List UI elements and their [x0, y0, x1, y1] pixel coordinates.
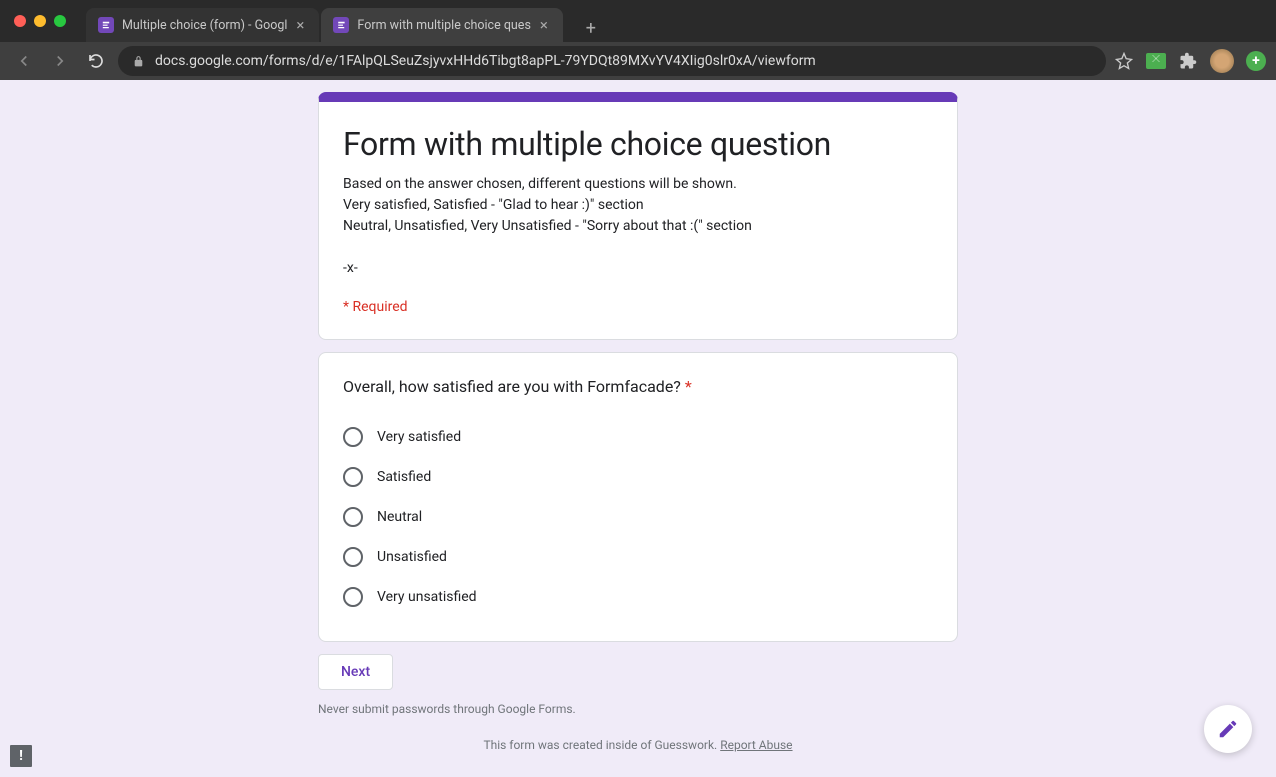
radio-icon — [343, 427, 363, 447]
close-tab-1-icon[interactable]: × — [537, 18, 551, 32]
arrow-left-icon — [15, 52, 33, 70]
radio-option-satisfied[interactable]: Satisfied — [343, 457, 933, 497]
browser-tab-1[interactable]: Form with multiple choice ques × — [321, 8, 562, 42]
radio-icon — [343, 507, 363, 527]
forms-favicon-icon — [98, 17, 114, 33]
form-title: Form with multiple choice question — [343, 124, 933, 164]
puzzle-icon — [1179, 52, 1197, 70]
tab-title-1: Form with multiple choice ques — [357, 18, 530, 33]
forward-button[interactable] — [46, 47, 74, 75]
close-tab-0-icon[interactable]: × — [293, 18, 307, 32]
radio-icon — [343, 547, 363, 567]
radio-option-very-unsatisfied[interactable]: Very unsatisfied — [343, 577, 933, 617]
exclamation-icon: ! — [19, 748, 23, 764]
browser-tab-0[interactable]: Multiple choice (form) - Googl × — [86, 8, 319, 42]
question-card: Overall, how satisfied are you with Form… — [318, 352, 958, 642]
footer-owner-text: This form was created inside of Guesswor… — [483, 738, 720, 752]
address-bar[interactable]: docs.google.com/forms/d/e/1FAlpQLSeuZsjy… — [118, 46, 1106, 76]
close-window-button[interactable] — [14, 15, 26, 27]
required-indicator: * — [685, 377, 692, 396]
feedback-button[interactable]: ! — [10, 745, 32, 767]
back-button[interactable] — [10, 47, 38, 75]
forms-favicon-icon — [333, 17, 349, 33]
star-icon — [1115, 52, 1133, 70]
reload-icon — [87, 52, 105, 70]
maximize-window-button[interactable] — [54, 15, 66, 27]
radio-icon — [343, 467, 363, 487]
next-button[interactable]: Next — [318, 654, 393, 690]
reload-button[interactable] — [82, 47, 110, 75]
browser-toolbar: docs.google.com/forms/d/e/1FAlpQLSeuZsjy… — [0, 42, 1276, 80]
radio-option-neutral[interactable]: Neutral — [343, 497, 933, 537]
extensions-button[interactable] — [1178, 51, 1198, 71]
arrow-right-icon — [51, 52, 69, 70]
toolbar-actions: + — [1114, 49, 1266, 73]
radio-label: Neutral — [377, 509, 422, 525]
extension-mail-button[interactable] — [1146, 51, 1166, 71]
add-profile-button[interactable]: + — [1246, 51, 1266, 71]
radio-label: Unsatisfied — [377, 549, 447, 565]
password-warning: Never submit passwords through Google Fo… — [318, 702, 958, 716]
form-footer: This form was created inside of Guesswor… — [318, 738, 958, 752]
new-tab-button[interactable]: + — [577, 14, 605, 42]
browser-tab-strip: Multiple choice (form) - Googl × Form wi… — [0, 0, 1276, 42]
radio-option-unsatisfied[interactable]: Unsatisfied — [343, 537, 933, 577]
minimize-window-button[interactable] — [34, 15, 46, 27]
form-container: Form with multiple choice question Based… — [318, 92, 958, 777]
radio-option-very-satisfied[interactable]: Very satisfied — [343, 417, 933, 457]
radio-group: Very satisfied Satisfied Neutral Unsatis… — [343, 417, 933, 617]
window-controls — [14, 15, 66, 27]
pencil-icon — [1217, 718, 1239, 740]
tab-list: Multiple choice (form) - Googl × Form wi… — [86, 0, 605, 42]
radio-label: Satisfied — [377, 469, 431, 485]
radio-icon — [343, 587, 363, 607]
question-title: Overall, how satisfied are you with Form… — [343, 375, 933, 399]
required-legend: * Required — [343, 299, 933, 315]
tab-title-0: Multiple choice (form) - Googl — [122, 18, 287, 33]
radio-label: Very satisfied — [377, 429, 461, 445]
bookmark-button[interactable] — [1114, 51, 1134, 71]
lock-icon — [132, 55, 145, 68]
url-text: docs.google.com/forms/d/e/1FAlpQLSeuZsjy… — [155, 53, 816, 69]
page-viewport: Form with multiple choice question Based… — [0, 80, 1276, 777]
report-abuse-link[interactable]: Report Abuse — [720, 738, 792, 752]
profile-avatar[interactable] — [1210, 49, 1234, 73]
form-description: Based on the answer chosen, different qu… — [343, 174, 933, 279]
form-header-card: Form with multiple choice question Based… — [318, 92, 958, 340]
question-text: Overall, how satisfied are you with Form… — [343, 377, 681, 396]
envelope-icon — [1146, 53, 1166, 69]
edit-form-fab[interactable] — [1204, 705, 1252, 753]
radio-label: Very unsatisfied — [377, 589, 477, 605]
